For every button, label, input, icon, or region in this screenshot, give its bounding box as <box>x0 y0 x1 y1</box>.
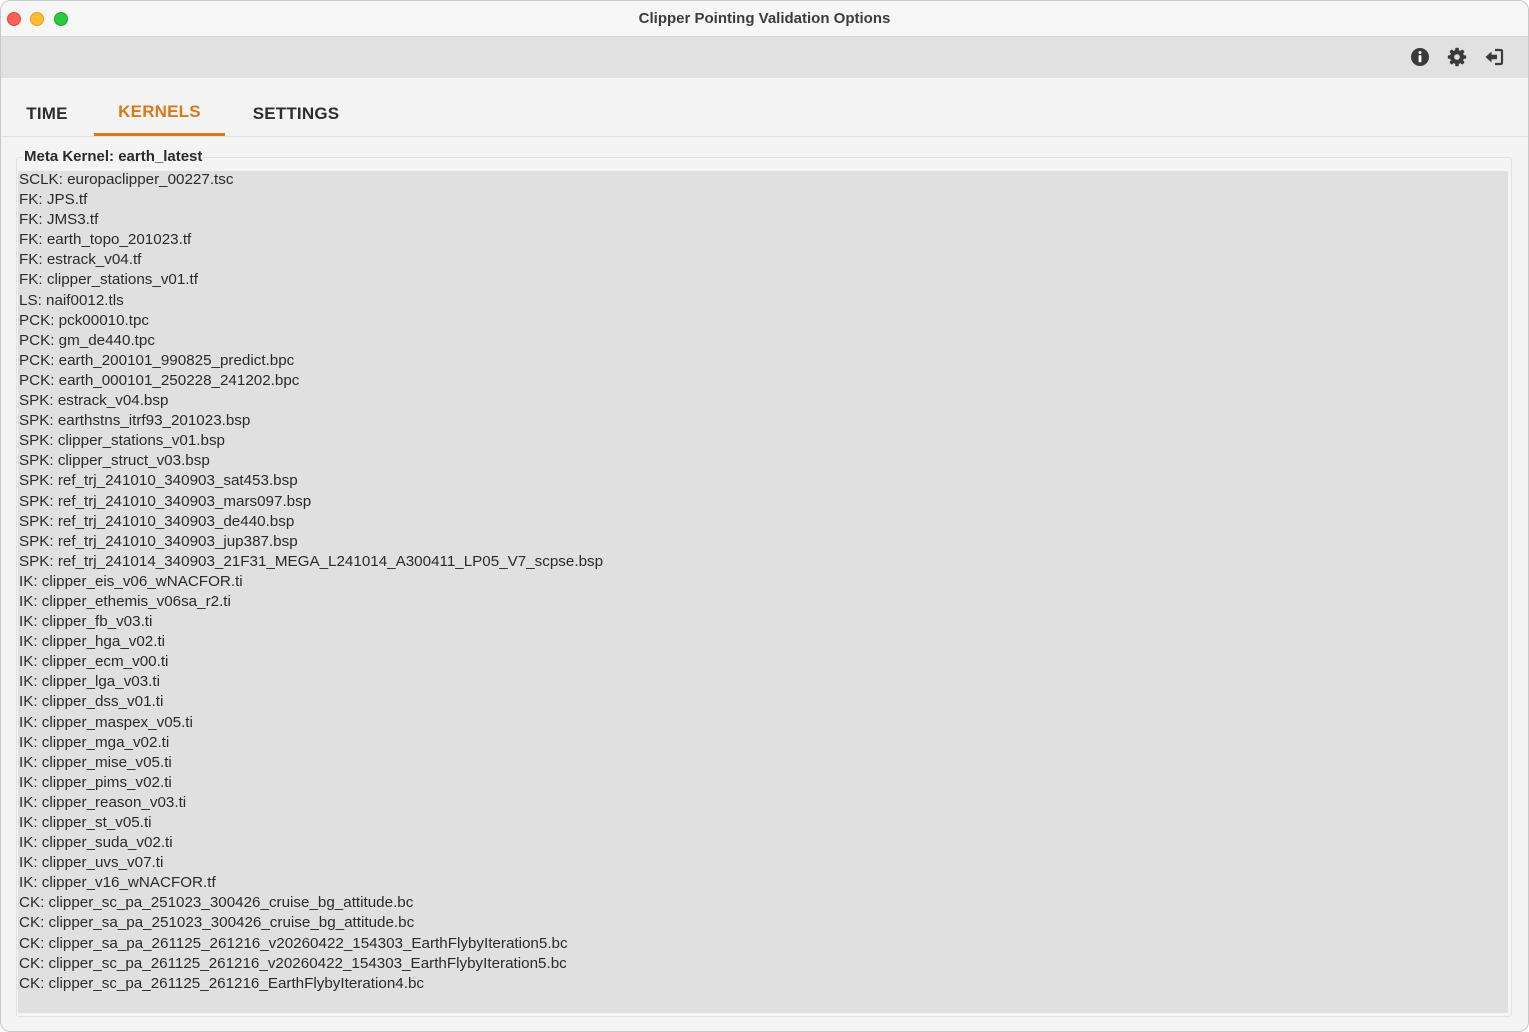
kernel-list-item[interactable]: PCK: earth_200101_990825_predict.bpc <box>18 352 1508 372</box>
kernel-list-item[interactable]: IK: clipper_uvs_v07.ti <box>18 854 1508 874</box>
kernel-list-item[interactable]: SPK: ref_trj_241010_340903_jup387.bsp <box>18 533 1508 553</box>
toolbar <box>1 37 1528 78</box>
kernel-list-item[interactable]: IK: clipper_fb_v03.ti <box>18 613 1508 633</box>
kernel-list-item[interactable]: CK: clipper_sc_pa_261125_261216_v2026042… <box>18 955 1508 975</box>
kernel-list-item[interactable]: PCK: gm_de440.tpc <box>18 332 1508 352</box>
kernel-list-item[interactable]: SPK: ref_trj_241014_340903_21F31_MEGA_L2… <box>18 553 1508 573</box>
kernel-list-item[interactable]: SPK: earthstns_itrf93_201023.bsp <box>18 412 1508 432</box>
kernel-list-item[interactable]: CK: clipper_sc_pa_251023_300426_cruise_b… <box>18 894 1508 914</box>
sign-out-icon[interactable] <box>1483 46 1505 68</box>
kernel-list-item[interactable]: SPK: ref_trj_241010_340903_de440.bsp <box>18 513 1508 533</box>
kernel-list-item[interactable]: CK: clipper_sa_pa_251023_300426_cruise_b… <box>18 914 1508 934</box>
kernel-list[interactable]: SCLK: europaclipper_00227.tsc FK: JPS.tf F… <box>18 171 1508 1013</box>
kernel-list-item[interactable]: SPK: ref_trj_241010_340903_sat453.bsp <box>18 472 1508 492</box>
info-icon[interactable] <box>1409 46 1431 68</box>
title-bar[interactable]: Clipper Pointing Validation Options <box>1 1 1528 37</box>
kernel-list-item[interactable]: SPK: clipper_stations_v01.bsp <box>18 432 1508 452</box>
kernel-list-item[interactable]: IK: clipper_maspex_v05.ti <box>18 714 1508 734</box>
kernel-list-item[interactable]: SPK: clipper_struct_v03.bsp <box>18 452 1508 472</box>
kernel-list-item[interactable]: IK: clipper_mise_v05.ti <box>18 754 1508 774</box>
kernel-list-item[interactable]: PCK: earth_000101_250228_241202.bpc <box>18 372 1508 392</box>
kernel-list-item[interactable]: IK: clipper_mga_v02.ti <box>18 734 1508 754</box>
window-title: Clipper Pointing Validation Options <box>638 10 891 27</box>
kernel-list-item[interactable]: FK: JPS.tf <box>18 191 1508 211</box>
kernel-list-item[interactable]: CK: clipper_sa_pa_261125_261216_v2026042… <box>18 935 1508 955</box>
tab-settings[interactable]: SETTINGS <box>241 78 351 136</box>
kernel-list-item[interactable]: SPK: ref_trj_241010_340903_mars097.bsp <box>18 493 1508 513</box>
kernel-list-item[interactable]: IK: clipper_ethemis_v06sa_r2.ti <box>18 593 1508 613</box>
gear-icon[interactable] <box>1446 46 1468 68</box>
tab-bar: TIME KERNELS SETTINGS <box>1 78 1528 137</box>
kernel-list-item[interactable]: FK: earth_topo_201023.tf <box>18 231 1508 251</box>
kernel-list-item[interactable]: SPK: estrack_v04.bsp <box>18 392 1508 412</box>
kernel-list-item[interactable]: IK: clipper_v16_wNACFOR.tf <box>18 874 1508 894</box>
kernel-list-item[interactable]: IK: clipper_st_v05.ti <box>18 814 1508 834</box>
kernel-list-item[interactable]: FK: estrack_v04.tf <box>18 251 1508 271</box>
kernel-list-item[interactable]: IK: clipper_hga_v02.ti <box>18 633 1508 653</box>
kernel-list-item[interactable]: IK: clipper_suda_v02.ti <box>18 834 1508 854</box>
kernel-list-item[interactable]: CK: clipper_sc_pa_261125_261216_EarthFly… <box>18 975 1508 995</box>
kernel-list-item[interactable]: FK: JMS3.tf <box>18 211 1508 231</box>
kernel-list-item[interactable]: FK: clipper_stations_v01.tf <box>18 271 1508 291</box>
tab-kernels[interactable]: KERNELS <box>94 78 225 136</box>
active-tab-indicator <box>94 133 225 136</box>
kernel-list-item[interactable]: IK: clipper_reason_v03.ti <box>18 794 1508 814</box>
kernel-list-item[interactable]: IK: clipper_lga_v03.ti <box>18 673 1508 693</box>
meta-kernel-title: Meta Kernel: earth_latest <box>23 148 204 166</box>
kernel-list-item[interactable]: IK: clipper_eis_v06_wNACFOR.ti <box>18 573 1508 593</box>
kernel-list-item[interactable]: IK: clipper_ecm_v00.ti <box>18 653 1508 673</box>
kernel-list-item[interactable]: LS: naif0012.tls <box>18 292 1508 312</box>
kernel-list-item[interactable]: IK: clipper_dss_v01.ti <box>18 693 1508 713</box>
tab-time[interactable]: TIME <box>17 78 77 136</box>
kernel-list-item[interactable]: SCLK: europaclipper_00227.tsc <box>18 171 1508 191</box>
kernel-list-item[interactable]: PCK: pck00010.tpc <box>18 312 1508 332</box>
app-window: Clipper Pointing Validation Options TIME… <box>0 0 1529 1032</box>
kernel-list-item[interactable]: IK: clipper_pims_v02.ti <box>18 774 1508 794</box>
